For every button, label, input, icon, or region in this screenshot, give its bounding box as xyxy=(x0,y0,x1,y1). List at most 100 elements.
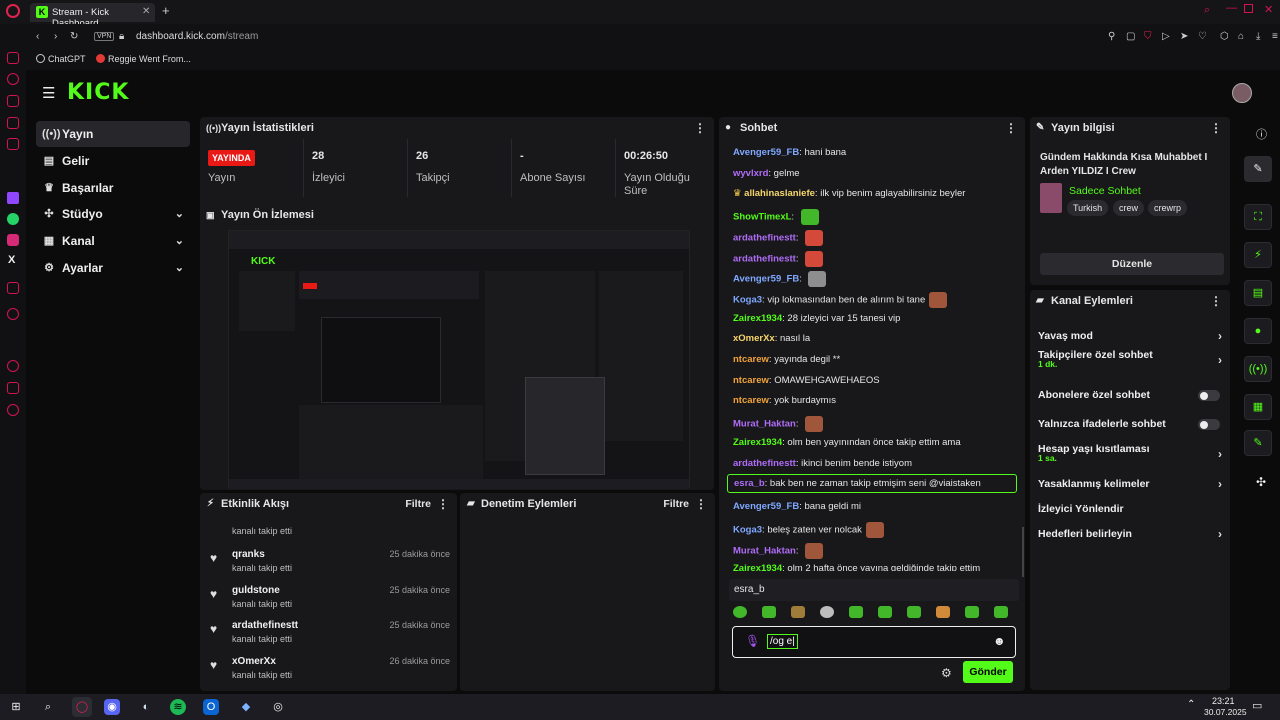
search-icon[interactable]: ⌕ xyxy=(38,697,58,717)
chat-message[interactable]: xOmerXx: nasıl la xyxy=(733,333,810,344)
sidebar-icon-5[interactable] xyxy=(7,138,19,150)
chat-message[interactable]: ♛ allahinaslaniefe: ilk vip benim aglaya… xyxy=(733,188,965,199)
snapshot-icon[interactable]: ▢ xyxy=(1126,31,1135,42)
tag-chip[interactable]: Turkish xyxy=(1067,200,1109,216)
mention-suggestion[interactable]: esra_b xyxy=(729,579,1019,601)
chat-tool-button[interactable]: ● xyxy=(1244,318,1272,344)
menu-icon[interactable]: ≡ xyxy=(1272,31,1278,42)
chat-username[interactable]: ardathefinestt xyxy=(733,458,796,469)
outlook-icon[interactable]: O xyxy=(203,699,219,715)
more-options-icon[interactable]: ⋮ xyxy=(437,493,449,515)
player-icon[interactable]: ▷ xyxy=(1162,31,1170,42)
chat-message[interactable]: Zairex1934: olm ben yayınından önce taki… xyxy=(733,437,961,448)
chat-username[interactable]: Murat_Haktan xyxy=(733,545,796,556)
emote-icon[interactable] xyxy=(762,606,776,618)
chat-username[interactable]: Murat_Haktan xyxy=(733,419,796,430)
more-options-icon[interactable]: ⋮ xyxy=(1210,290,1222,312)
close-window-button[interactable]: ✕ xyxy=(1264,3,1273,16)
chat-message[interactable]: wyvlxrd: gelme xyxy=(733,168,800,179)
kick-logo[interactable]: KICK xyxy=(67,80,129,105)
chat-message[interactable]: Koga3: beleş zaten ver nolcak xyxy=(733,521,884,538)
activity-user[interactable]: qranks xyxy=(232,549,265,560)
nav-yayin[interactable]: ((•)) Yayın xyxy=(36,121,190,147)
history-icon[interactable] xyxy=(7,360,19,372)
chat-scrollbar[interactable] xyxy=(1022,527,1024,577)
emote-icon[interactable] xyxy=(965,606,979,618)
url-text[interactable]: dashboard.kick.com/stream xyxy=(136,31,258,42)
action-account-age[interactable]: Hesap yaşı kısıtlaması 1 sa. › xyxy=(1038,438,1222,463)
emoji-icon[interactable]: ☻ xyxy=(993,634,1006,648)
forward-icon[interactable]: › xyxy=(54,31,57,42)
chat-message[interactable]: ShowTimexL: xyxy=(733,209,819,226)
chat-username[interactable]: Koga3 xyxy=(733,524,762,535)
cube-icon[interactable]: ⬡ xyxy=(1220,31,1229,42)
new-tab-button[interactable]: + xyxy=(162,3,170,18)
vpn-badge[interactable]: VPN xyxy=(94,32,115,41)
chat-username[interactable]: ardathefinestt xyxy=(733,232,796,243)
chat-username[interactable]: ntcarew xyxy=(733,375,769,386)
lightning-tool-button[interactable]: ⚡︎ xyxy=(1244,242,1272,268)
chat-message[interactable]: ardathefinestt: xyxy=(733,229,824,246)
action-banned-words[interactable]: Yasaklanmış kelimeler › xyxy=(1038,473,1222,495)
tab-close-icon[interactable]: ✕ xyxy=(142,6,150,17)
minimize-button[interactable]: — xyxy=(1226,2,1237,14)
activity-filter-button[interactable]: Filtre xyxy=(405,493,431,515)
emote-icon[interactable] xyxy=(878,606,892,618)
x-icon[interactable]: X xyxy=(8,254,15,266)
chat-username[interactable]: ntcarew xyxy=(733,354,769,365)
obs-icon[interactable]: ◎ xyxy=(268,697,288,717)
nav-kanal[interactable]: ▦ Kanal ⌄ xyxy=(36,228,190,254)
action-subs-only[interactable]: Abonelere özel sohbet xyxy=(1038,384,1222,406)
maximize-button[interactable] xyxy=(1244,4,1253,13)
more-options-icon[interactable]: ⋮ xyxy=(1210,117,1222,139)
stream-preview-video[interactable]: KICK xyxy=(228,230,690,489)
discord-icon[interactable]: ◉ xyxy=(104,699,120,715)
settings-icon[interactable] xyxy=(7,404,19,416)
wrench-tool-button[interactable]: ✎ xyxy=(1244,430,1272,456)
action-emote-only[interactable]: Yalnızca ifadelerle sohbet xyxy=(1038,413,1222,435)
chat-username[interactable]: Zairex1934 xyxy=(733,313,782,324)
notification-icon[interactable]: ▭ xyxy=(1252,699,1262,712)
extensions-icon[interactable]: ✣ xyxy=(1256,475,1266,489)
emote-icon[interactable] xyxy=(820,606,834,618)
chat-username[interactable]: ntcarew xyxy=(733,395,769,406)
chat-username[interactable]: Avenger59_FB xyxy=(733,147,799,158)
sidebar-icon-6[interactable] xyxy=(7,282,19,294)
info-icon[interactable]: ⓘ xyxy=(1256,126,1267,142)
browser-tab-active[interactable]: K Stream - Kick Dashboard ✕ xyxy=(30,3,155,29)
emote-icon[interactable] xyxy=(936,606,950,618)
action-redirect-viewers[interactable]: İzleyici Yönlendir xyxy=(1038,498,1222,520)
extensions-icon[interactable] xyxy=(7,382,19,394)
emote-icon[interactable] xyxy=(907,606,921,618)
bookmark-chatgpt[interactable]: ChatGPT xyxy=(48,54,86,64)
nav-basarilar[interactable]: ♛ Başarılar xyxy=(36,175,190,201)
tag-chip[interactable]: crewrp xyxy=(1148,200,1188,216)
chat-username[interactable]: Zairex1934 xyxy=(733,437,782,448)
chat-settings-icon[interactable]: ⚙ xyxy=(941,666,952,680)
sidebar-icon-1[interactable] xyxy=(7,52,19,64)
emote-icon[interactable] xyxy=(791,606,805,618)
reload-icon[interactable]: ↻ xyxy=(70,31,78,42)
subs-only-toggle[interactable] xyxy=(1198,390,1220,401)
send-button[interactable]: Gönder xyxy=(963,661,1013,683)
emote-icon[interactable] xyxy=(733,606,747,618)
stream-category[interactable]: Sadece Sohbet xyxy=(1069,185,1141,197)
chat-message[interactable]: ntcarew: OMAWEHGAWEHAEOS xyxy=(733,375,880,386)
send-icon[interactable]: ➤ xyxy=(1180,31,1188,42)
chat-message[interactable]: ntcarew: yayında degil ** xyxy=(733,354,840,365)
pin-icon[interactable]: ⚲ xyxy=(1108,31,1115,42)
scan-tool-button[interactable]: ⛶ xyxy=(1244,204,1272,230)
tag-chip[interactable]: crew xyxy=(1113,200,1145,216)
more-options-icon[interactable]: ⋮ xyxy=(695,493,707,515)
chat-message[interactable]: Zairex1934: olm 2 hafta önce yayına geld… xyxy=(733,563,980,571)
activity-user[interactable]: ardathefinestt xyxy=(232,620,298,631)
chat-input-box[interactable]: 🎙︎ /og e| ☻ xyxy=(732,626,1016,658)
chat-username[interactable]: ardathefinestt xyxy=(733,253,796,264)
microphone-icon[interactable]: 🎙︎ xyxy=(745,634,760,648)
chat-message[interactable]: ardathefinestt: ikinci benim bende istiy… xyxy=(733,458,912,469)
app-icon[interactable]: ◆ xyxy=(236,697,256,717)
emote-icon[interactable] xyxy=(994,606,1008,618)
windows-start-icon[interactable]: ⊞ xyxy=(6,697,26,717)
nav-ayarlar[interactable]: ⚙ Ayarlar ⌄ xyxy=(36,255,190,281)
action-followers-only[interactable]: Takipçilere özel sohbet 1 dk. › xyxy=(1038,344,1222,369)
